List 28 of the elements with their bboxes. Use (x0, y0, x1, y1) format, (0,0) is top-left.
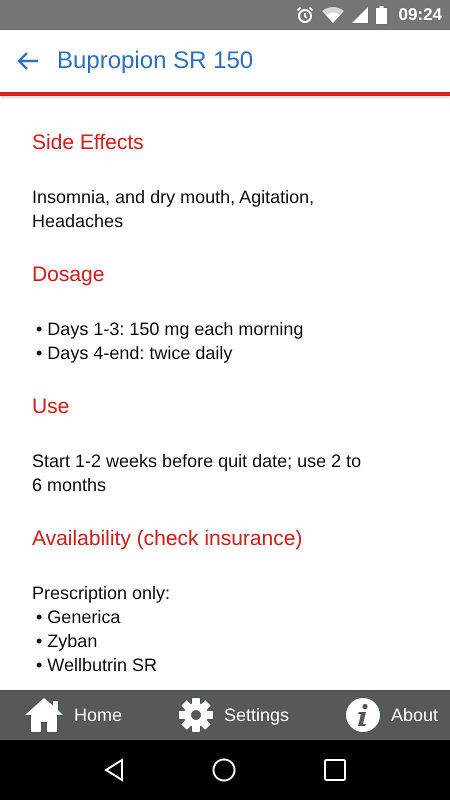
nav-info-button[interactable]: About (344, 697, 438, 733)
home-icon (24, 697, 64, 733)
bullet-item: • Wellbutrin SR (35, 654, 158, 677)
section-heading: Availability (check insurance) (32, 526, 304, 552)
home-circle-icon[interactable] (212, 758, 236, 782)
alarm-icon (296, 6, 314, 24)
body-text: Insomnia, and dry mouth, Agitation, Headaches (32, 186, 316, 233)
battery-icon (376, 6, 387, 24)
body-text: Prescription only: (32, 582, 172, 605)
bullet-item: • Days 4-end: twice daily (35, 342, 234, 365)
section-heading: Use (32, 394, 70, 420)
clock-time: 09:24 (398, 5, 442, 25)
section-heading: Dosage (32, 262, 106, 288)
info-icon (344, 697, 381, 733)
section-heading: Side Effects (32, 130, 145, 156)
screen-title: Bupropion SR 150 (57, 47, 254, 75)
signal-icon (352, 7, 368, 23)
back-icon[interactable] (104, 758, 124, 782)
bullet-item: • Generica (35, 606, 122, 629)
recents-square-icon[interactable] (324, 759, 346, 781)
back-arrow-icon[interactable] (17, 51, 39, 71)
settings-icon (178, 697, 214, 733)
bullet-item: • Zyban (35, 630, 98, 653)
body-text: Start 1-2 weeks before quit date; use 2 to 6 months (32, 450, 362, 497)
nav-home-button[interactable]: Home (24, 697, 122, 733)
wifi-icon (322, 7, 344, 23)
nav-settings-button[interactable]: Settings (178, 697, 289, 733)
bullet-item: • Days 1-3: 150 mg each morning (35, 318, 304, 341)
